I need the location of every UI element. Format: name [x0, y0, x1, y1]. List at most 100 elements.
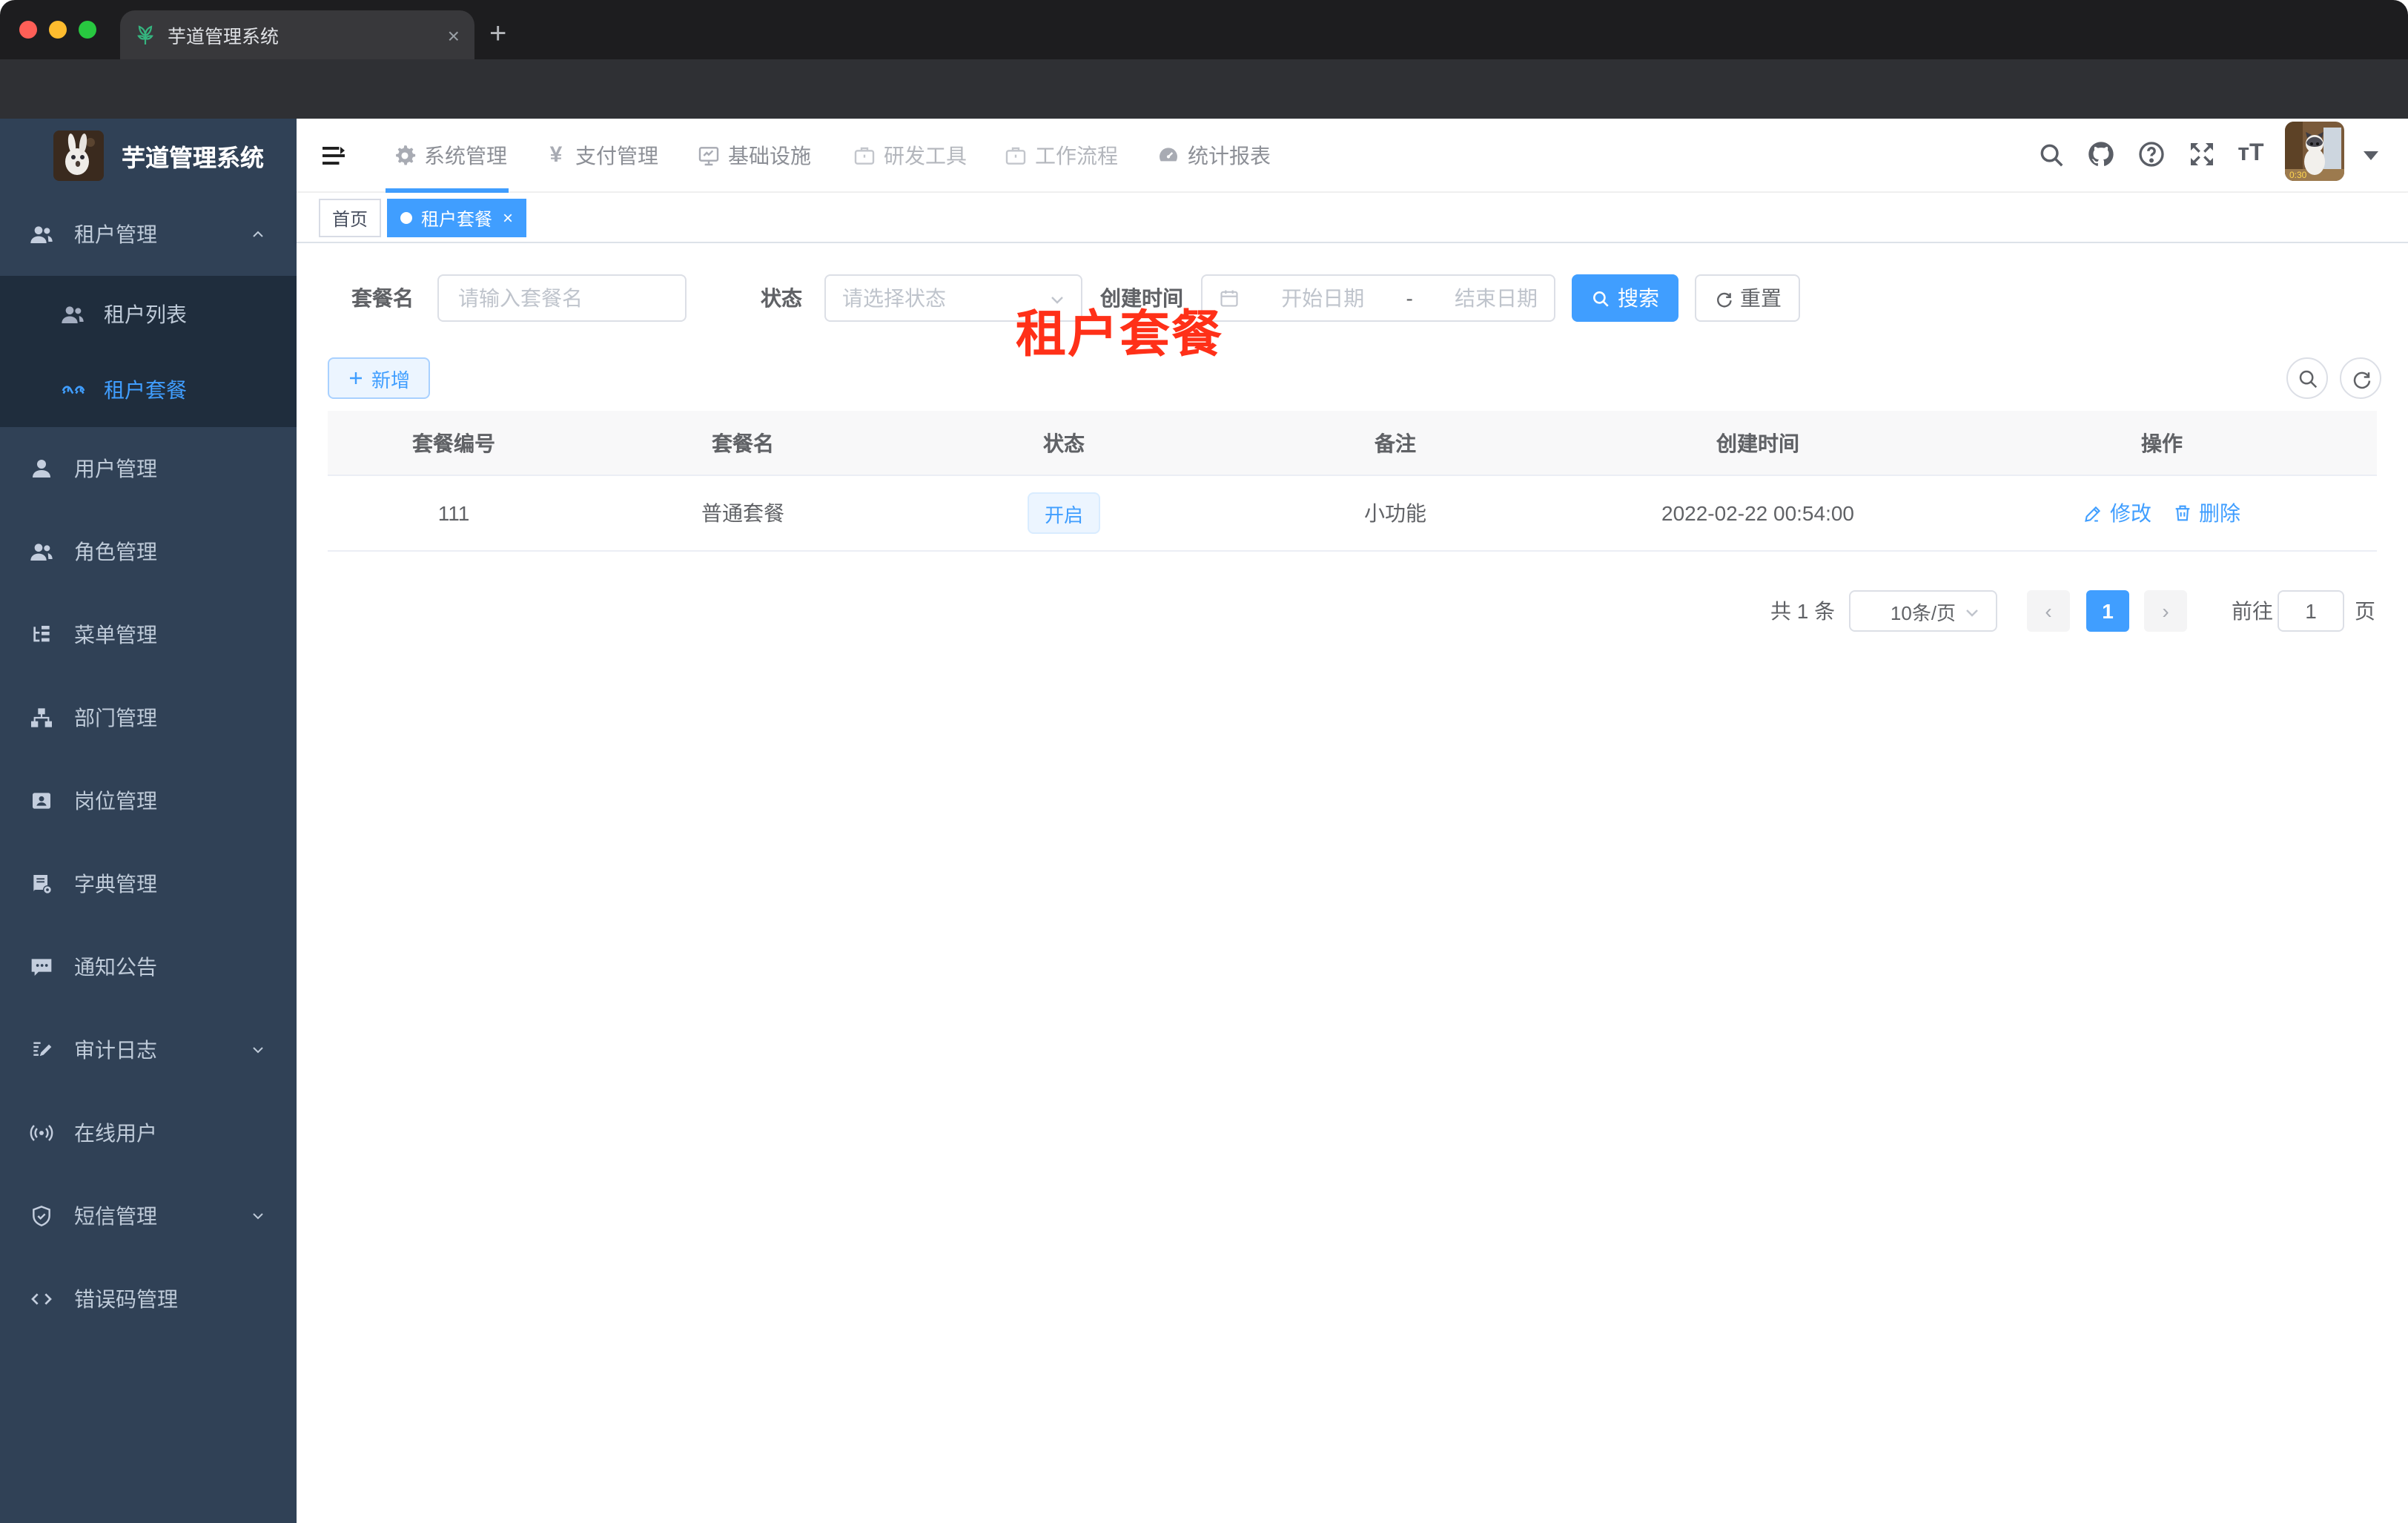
top-menu-system[interactable]: 系统管理: [393, 119, 507, 193]
reset-button[interactable]: 重置: [1695, 274, 1800, 322]
sidebar-item-post-management[interactable]: 岗位管理: [0, 759, 297, 842]
tag-label: 租户套餐: [421, 208, 493, 229]
pencil-icon: [2083, 503, 2104, 523]
top-menu-label: 工作流程: [1035, 144, 1118, 168]
screen: 芋道管理系统 × + 127.0.0.1:48080/admin-ui/syst…: [0, 0, 2408, 1523]
prev-page-button[interactable]: ‹: [2027, 590, 2070, 632]
add-button[interactable]: 新增: [328, 357, 430, 399]
window-zoom-button[interactable]: [79, 21, 96, 39]
page-unit-label: 页: [2355, 599, 2375, 623]
browser-tab[interactable]: 芋道管理系统 ×: [120, 10, 474, 59]
end-date-placeholder[interactable]: 结束日期: [1455, 283, 1538, 313]
page-annotation: 租户套餐: [1016, 307, 1223, 363]
sidebar-item-label: 在线用户: [74, 1121, 157, 1145]
logo-rabbit-image: [53, 131, 104, 181]
package-name-field[interactable]: [455, 285, 669, 311]
yen-icon: ¥: [549, 142, 563, 168]
tag-close-icon[interactable]: ×: [503, 209, 513, 227]
message-icon: [30, 955, 53, 979]
gear-icon: [393, 144, 417, 168]
sidebar-item-sms-management[interactable]: 短信管理: [0, 1175, 297, 1258]
search-button[interactable]: 搜索: [1572, 274, 1678, 322]
add-button-label: 新增: [371, 369, 410, 391]
sidebar-logo[interactable]: 芋道管理系统: [0, 119, 297, 193]
sidebar-item-audit-log[interactable]: 审计日志: [0, 1008, 297, 1091]
tree-list-icon: [30, 623, 53, 647]
page-1-button[interactable]: 1: [2086, 590, 2129, 632]
sidebar-item-dict-management[interactable]: 字典管理: [0, 842, 297, 925]
status-placeholder: 请选择状态: [842, 286, 946, 310]
browser-tabstrip: 芋道管理系统 × +: [0, 0, 2408, 59]
sidebar-item-label: 租户列表: [104, 302, 187, 326]
sidebar-item-label: 部门管理: [74, 706, 157, 730]
user-avatar[interactable]: 0:30: [2285, 122, 2344, 181]
top-menu-devtools[interactable]: 研发工具: [853, 119, 967, 193]
sidebar-item-notice[interactable]: 通知公告: [0, 925, 297, 1008]
sidebar-item-tenant-management[interactable]: 租户管理: [0, 193, 297, 276]
column-header: 创建时间: [1716, 431, 1799, 455]
sidebar-item-label: 字典管理: [74, 872, 157, 896]
chevron-up-icon: [249, 225, 267, 243]
sidebar-item-role-management[interactable]: 角色管理: [0, 510, 297, 593]
filter-date-range[interactable]: 开始日期 - 结束日期: [1201, 274, 1555, 322]
sidebar-item-tenant-package[interactable]: 租户套餐: [0, 351, 297, 427]
tag-home[interactable]: 首页: [319, 199, 382, 237]
sidebar-item-user-management[interactable]: 用户管理: [0, 427, 297, 510]
svg-text:0:30: 0:30: [2289, 170, 2307, 180]
edit-link[interactable]: 修改: [2083, 498, 2151, 528]
search-icon: [1591, 288, 1610, 308]
sidebar-item-label: 角色管理: [74, 540, 157, 564]
window-close-button[interactable]: [19, 21, 37, 39]
table-refresh-button[interactable]: [2340, 357, 2381, 399]
table-header-row: 套餐编号 套餐名 状态 备注 创建时间 操作: [328, 411, 2377, 476]
tab-title: 芋道管理系统: [168, 27, 280, 47]
font-size-icon[interactable]: тT: [2235, 138, 2267, 171]
new-tab-button[interactable]: +: [489, 12, 506, 56]
status-badge: 开启: [1028, 492, 1099, 534]
next-page-button[interactable]: ›: [2144, 590, 2187, 632]
top-menu-label: 研发工具: [884, 144, 967, 168]
filter-name-input[interactable]: [437, 274, 687, 322]
delete-link[interactable]: 删除: [2172, 498, 2240, 528]
sidebar-item-department-management[interactable]: 部门管理: [0, 676, 297, 759]
help-icon[interactable]: [2135, 138, 2168, 171]
sidebar-item-menu-management[interactable]: 菜单管理: [0, 593, 297, 676]
github-icon[interactable]: [2085, 138, 2117, 171]
plus-icon: [348, 369, 366, 387]
edit-log-icon: [30, 1038, 53, 1062]
sidebar-item-error-code[interactable]: 错误码管理: [0, 1258, 297, 1341]
fullscreen-icon[interactable]: [2186, 138, 2218, 171]
sidebar-item-label: 短信管理: [74, 1204, 157, 1228]
table-search-toggle-button[interactable]: [2286, 357, 2328, 399]
top-menu-workflow[interactable]: 工作流程: [1004, 119, 1118, 193]
code-icon: [30, 1287, 53, 1311]
pagination-total: 共 1 条: [1770, 599, 1836, 623]
tab-close-icon[interactable]: ×: [448, 24, 460, 45]
column-header: 备注: [1375, 431, 1416, 455]
goto-page-input[interactable]: [2278, 590, 2344, 632]
top-menu-infrastructure[interactable]: 基础设施: [697, 119, 811, 193]
admin-app: 芋道管理系统 租户管理 租户列表 租户套餐 用户管理 角色管理 菜单管理 部门管…: [0, 119, 2408, 1523]
column-header: 操作: [2141, 431, 2183, 455]
top-menu-label: 支付管理: [575, 144, 658, 168]
page-size-select[interactable]: 10条/页: [1849, 590, 1997, 632]
top-menu-reports[interactable]: 统计报表: [1157, 119, 1271, 193]
cell-status: 开启: [906, 476, 1222, 550]
top-menu-payment[interactable]: ¥ 支付管理: [544, 119, 658, 193]
sidebar-item-tenant-list[interactable]: 租户列表: [0, 276, 297, 351]
header-search-icon[interactable]: [2034, 138, 2067, 171]
users-icon: [61, 302, 85, 326]
window-minimize-button[interactable]: [49, 21, 67, 39]
sidebar-collapse-icon[interactable]: [320, 142, 347, 169]
top-menu-label: 系统管理: [424, 144, 507, 168]
sidebar-item-online-users[interactable]: 在线用户: [0, 1091, 297, 1175]
avatar-caret-icon[interactable]: [2364, 151, 2378, 160]
tag-tenant-package[interactable]: 租户套餐 ×: [387, 199, 527, 237]
dashboard-icon: [1157, 144, 1180, 168]
reset-button-label: 重置: [1740, 286, 1782, 310]
start-date-placeholder[interactable]: 开始日期: [1281, 283, 1364, 313]
org-tree-icon: [30, 706, 53, 730]
active-dot: [400, 212, 412, 224]
cell-package-name: 普通套餐: [701, 501, 784, 525]
tags-view: 首页 租户套餐 ×: [297, 193, 2408, 243]
